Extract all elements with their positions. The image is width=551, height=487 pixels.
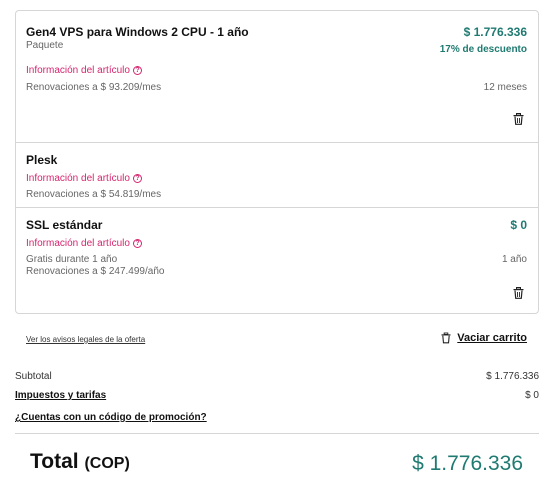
subtotal-row: Subtotal $ 1.776.336 [15, 371, 539, 382]
question-icon: ? [132, 174, 142, 183]
trash-icon[interactable] [513, 113, 524, 125]
promo-code-link[interactable]: ¿Cuentas con un código de promoción? [15, 412, 207, 423]
divider [15, 433, 539, 434]
total-currency: (COP) [84, 455, 130, 472]
renewal-text: Renovaciones a $ 93.209/mes [26, 82, 162, 93]
subtotal-label: Subtotal [15, 371, 52, 382]
item-name: SSL estándar [26, 218, 103, 232]
item-info-label: Información del artículo [26, 238, 130, 249]
taxes-value: $ 0 [525, 390, 539, 401]
trash-icon[interactable] [513, 287, 524, 299]
cart-item-ssl: SSL estándar $ 0 Información del artícul… [16, 207, 538, 314]
empty-cart-label: Vaciar carrito [457, 332, 527, 344]
empty-cart-button[interactable]: Vaciar carrito [441, 332, 527, 344]
item-info-label: Información del artículo [26, 65, 130, 76]
cart-item-vps: Gen4 VPS para Windows 2 CPU - 1 año $ 1.… [16, 11, 538, 142]
discount-badge: 17% de descuento [439, 44, 527, 55]
item-info-link[interactable]: Información del artículo ? [26, 238, 142, 249]
term-select[interactable]: 1 año [502, 254, 527, 266]
subtotal-value: $ 1.776.336 [486, 371, 539, 382]
taxes-link[interactable]: Impuestos y tarifas [15, 390, 106, 401]
taxes-row: Impuestos y tarifas $ 0 [15, 390, 539, 401]
free-period-text: Gratis durante 1 año [26, 254, 118, 265]
item-price: $ 0 [510, 218, 527, 232]
item-info-link[interactable]: Información del artículo ? [26, 173, 142, 184]
total-value: $ 1.776.336 [412, 452, 523, 475]
total-label: Total (COP) [30, 450, 130, 474]
renewal-text: Renovaciones a $ 247.499/año [26, 266, 165, 277]
question-icon: ? [132, 66, 142, 75]
item-name: Plesk [26, 153, 58, 167]
renewal-text: Renovaciones a $ 54.819/mes [26, 189, 162, 200]
item-info-link[interactable]: Información del artículo ? [26, 65, 142, 76]
item-name: Gen4 VPS para Windows 2 CPU - 1 año [26, 25, 249, 39]
cart-item-plesk: Plesk Información del artículo ? Renovac… [16, 142, 538, 207]
question-icon: ? [132, 239, 142, 248]
total-text: Total [30, 450, 79, 473]
item-price: $ 1.776.336 [463, 25, 527, 39]
legal-notices-link[interactable]: Ver los avisos legales de la oferta [26, 335, 145, 344]
item-info-label: Información del artículo [26, 173, 130, 184]
term-select[interactable]: 12 meses [484, 82, 527, 94]
trash-icon [441, 332, 451, 344]
cart-items-card: Gen4 VPS para Windows 2 CPU - 1 año $ 1.… [15, 10, 539, 314]
